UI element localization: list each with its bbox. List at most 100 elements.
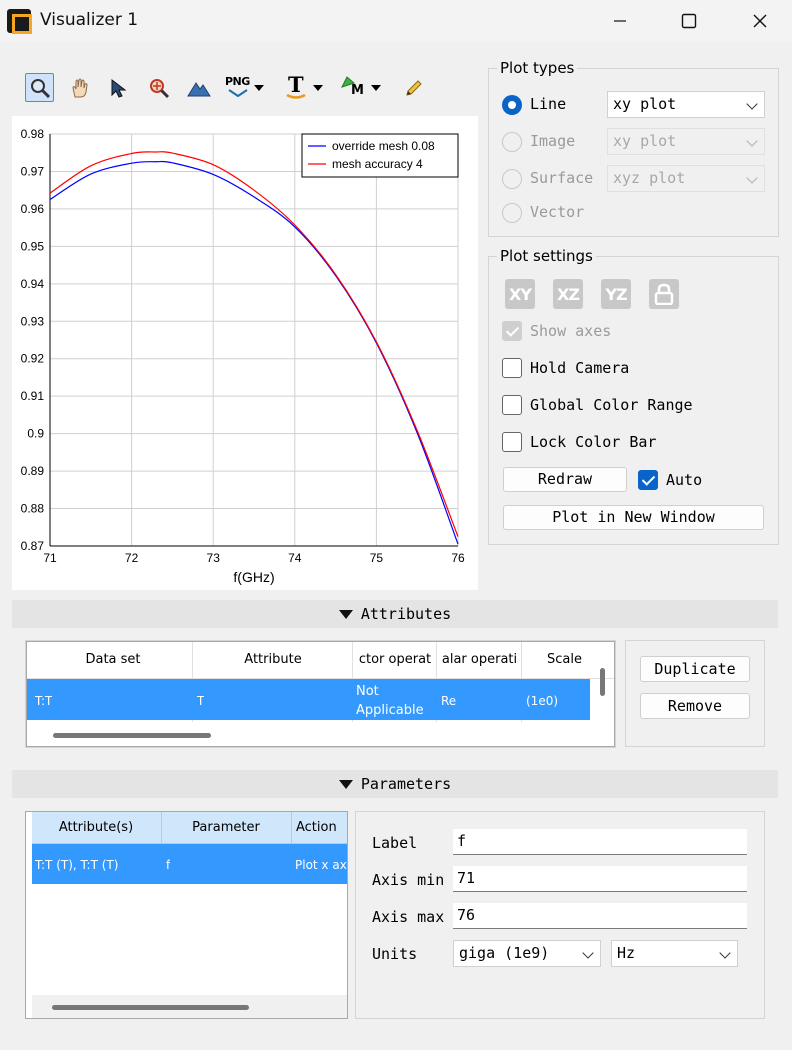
- maximize-button[interactable]: [666, 7, 712, 35]
- parameters-table[interactable]: Attribute(s) Parameter Action T:T (T), T…: [25, 811, 348, 1019]
- horizontal-scrollbar[interactable]: [53, 733, 211, 738]
- xy-icon: XY: [509, 284, 532, 304]
- zoom-point-icon: [149, 78, 169, 98]
- text-tool-button[interactable]: T: [284, 72, 330, 102]
- col-scalar-operation[interactable]: alar operati: [437, 652, 522, 667]
- collapse-triangle-icon: [338, 609, 353, 619]
- export-png-button[interactable]: PNG: [225, 73, 271, 102]
- col-scale[interactable]: Scale: [522, 652, 607, 667]
- col-vector-operation[interactable]: ctor operat: [353, 652, 437, 667]
- line-plot-select[interactable]: xy plot: [607, 91, 765, 118]
- plot-new-window-button[interactable]: Plot in New Window: [503, 505, 764, 530]
- view-xy-button[interactable]: XY: [505, 279, 535, 309]
- global-color-range-checkbox[interactable]: [502, 395, 522, 415]
- parameters-section-header[interactable]: Parameters: [12, 770, 778, 798]
- legend-label: override mesh 0.08: [332, 139, 435, 153]
- image-plot-select[interactable]: xy plot: [607, 128, 765, 155]
- plot-settings-title: Plot settings: [497, 247, 596, 265]
- image-label: Image: [530, 132, 576, 150]
- chevron-down-icon: [746, 135, 758, 147]
- pan-tool-button[interactable]: [65, 73, 94, 102]
- minimize-icon: [614, 20, 626, 22]
- x-tick-label: 76: [451, 551, 465, 565]
- surface-radio[interactable]: [502, 169, 522, 189]
- label-input[interactable]: f: [453, 829, 747, 855]
- series-line-1: [49, 151, 459, 537]
- col-data-set[interactable]: Data set: [33, 652, 193, 667]
- surface-label: Surface: [530, 169, 594, 187]
- mountain-icon: [186, 81, 211, 96]
- view-3d-button[interactable]: [184, 73, 213, 102]
- show-axes-label: Show axes: [530, 322, 612, 340]
- vertical-scrollbar[interactable]: [600, 668, 605, 696]
- auto-label: Auto: [666, 471, 703, 489]
- mesh-icon: M: [341, 74, 367, 101]
- minimize-button[interactable]: [597, 7, 643, 35]
- mesh-tool-button[interactable]: M: [341, 73, 389, 102]
- table-row[interactable]: [27, 679, 590, 720]
- zoom-tool-button[interactable]: [25, 73, 54, 102]
- col-attributes[interactable]: Attribute(s): [32, 820, 160, 835]
- cell-data-set: T:T: [35, 694, 53, 708]
- x-tick-label: 72: [125, 551, 139, 565]
- cell-attribute: T: [197, 694, 205, 708]
- units-scale-select[interactable]: giga (1e9): [453, 940, 601, 967]
- view-xz-button[interactable]: XZ: [553, 279, 583, 309]
- image-radio[interactable]: [502, 132, 522, 152]
- x-axis-label: f(GHz): [233, 569, 274, 585]
- plot-canvas[interactable]: 71 72 73 74 75 76 0.98 0.97 0.96 0.95 0.94 0.93 0.92…: [12, 116, 478, 590]
- line-radio[interactable]: [502, 95, 522, 115]
- close-button[interactable]: [737, 7, 783, 35]
- attributes-section-header[interactable]: Attributes: [12, 600, 778, 628]
- y-tick-label: 0.93: [21, 314, 45, 328]
- redraw-button[interactable]: Redraw: [503, 467, 627, 492]
- annotate-button[interactable]: [399, 73, 428, 102]
- cell-scalar-operation: Re: [441, 694, 457, 708]
- cell-attributes: T:T (T), T:T (T): [35, 858, 119, 872]
- hold-camera-checkbox[interactable]: [502, 358, 522, 378]
- view-yz-button[interactable]: YZ: [601, 279, 631, 309]
- col-attribute[interactable]: Attribute: [193, 652, 353, 667]
- x-tick-label: 74: [288, 551, 302, 565]
- lock-view-button[interactable]: [649, 279, 679, 309]
- axis-min-label: Axis min: [372, 871, 445, 889]
- x-tick-label: 71: [43, 551, 57, 565]
- magnifier-icon: [30, 78, 50, 98]
- cell-scale: (1e0): [526, 694, 559, 708]
- cell-action: Plot x ax: [295, 858, 347, 872]
- duplicate-button[interactable]: Duplicate: [640, 656, 750, 682]
- vector-label: Vector: [530, 203, 585, 221]
- chevron-down-icon: [719, 947, 731, 959]
- select-tool-button[interactable]: [104, 73, 133, 102]
- col-parameter[interactable]: Parameter: [161, 820, 291, 835]
- axis-max-label: Axis max: [372, 908, 445, 926]
- y-tick-label: 0.89: [21, 464, 45, 478]
- y-tick-label: 0.92: [21, 352, 45, 366]
- series-line-0: [49, 160, 459, 545]
- axis-max-input[interactable]: 76: [453, 903, 747, 929]
- col-action[interactable]: Action: [296, 820, 347, 835]
- legend-label: mesh accuracy 4: [332, 157, 423, 171]
- chevron-down-icon: [254, 84, 264, 91]
- plot-types-title: Plot types: [497, 59, 578, 77]
- lock-color-bar-checkbox[interactable]: [502, 432, 522, 452]
- app-icon: [7, 9, 32, 34]
- remove-button[interactable]: Remove: [640, 693, 750, 719]
- horizontal-scrollbar[interactable]: [52, 1005, 249, 1010]
- y-tick-label: 0.87: [21, 539, 45, 553]
- show-axes-checkbox[interactable]: [502, 321, 522, 341]
- text-icon: T: [286, 72, 306, 99]
- lock-icon: [654, 283, 674, 305]
- units-unit-select[interactable]: Hz: [611, 940, 738, 967]
- vector-radio[interactable]: [502, 203, 522, 223]
- chevron-down-icon: [313, 84, 323, 91]
- surface-plot-select[interactable]: xyz plot: [607, 165, 765, 192]
- xz-icon: XZ: [557, 284, 580, 304]
- axis-min-input[interactable]: 71: [453, 866, 747, 892]
- attributes-table[interactable]: Data set Attribute ctor operat alar oper…: [26, 641, 615, 747]
- zoom-point-button[interactable]: [144, 73, 173, 102]
- png-icon: PNG: [225, 74, 251, 101]
- chevron-down-icon: [746, 172, 758, 184]
- chevron-down-icon: [582, 947, 594, 959]
- auto-checkbox[interactable]: [638, 470, 658, 490]
